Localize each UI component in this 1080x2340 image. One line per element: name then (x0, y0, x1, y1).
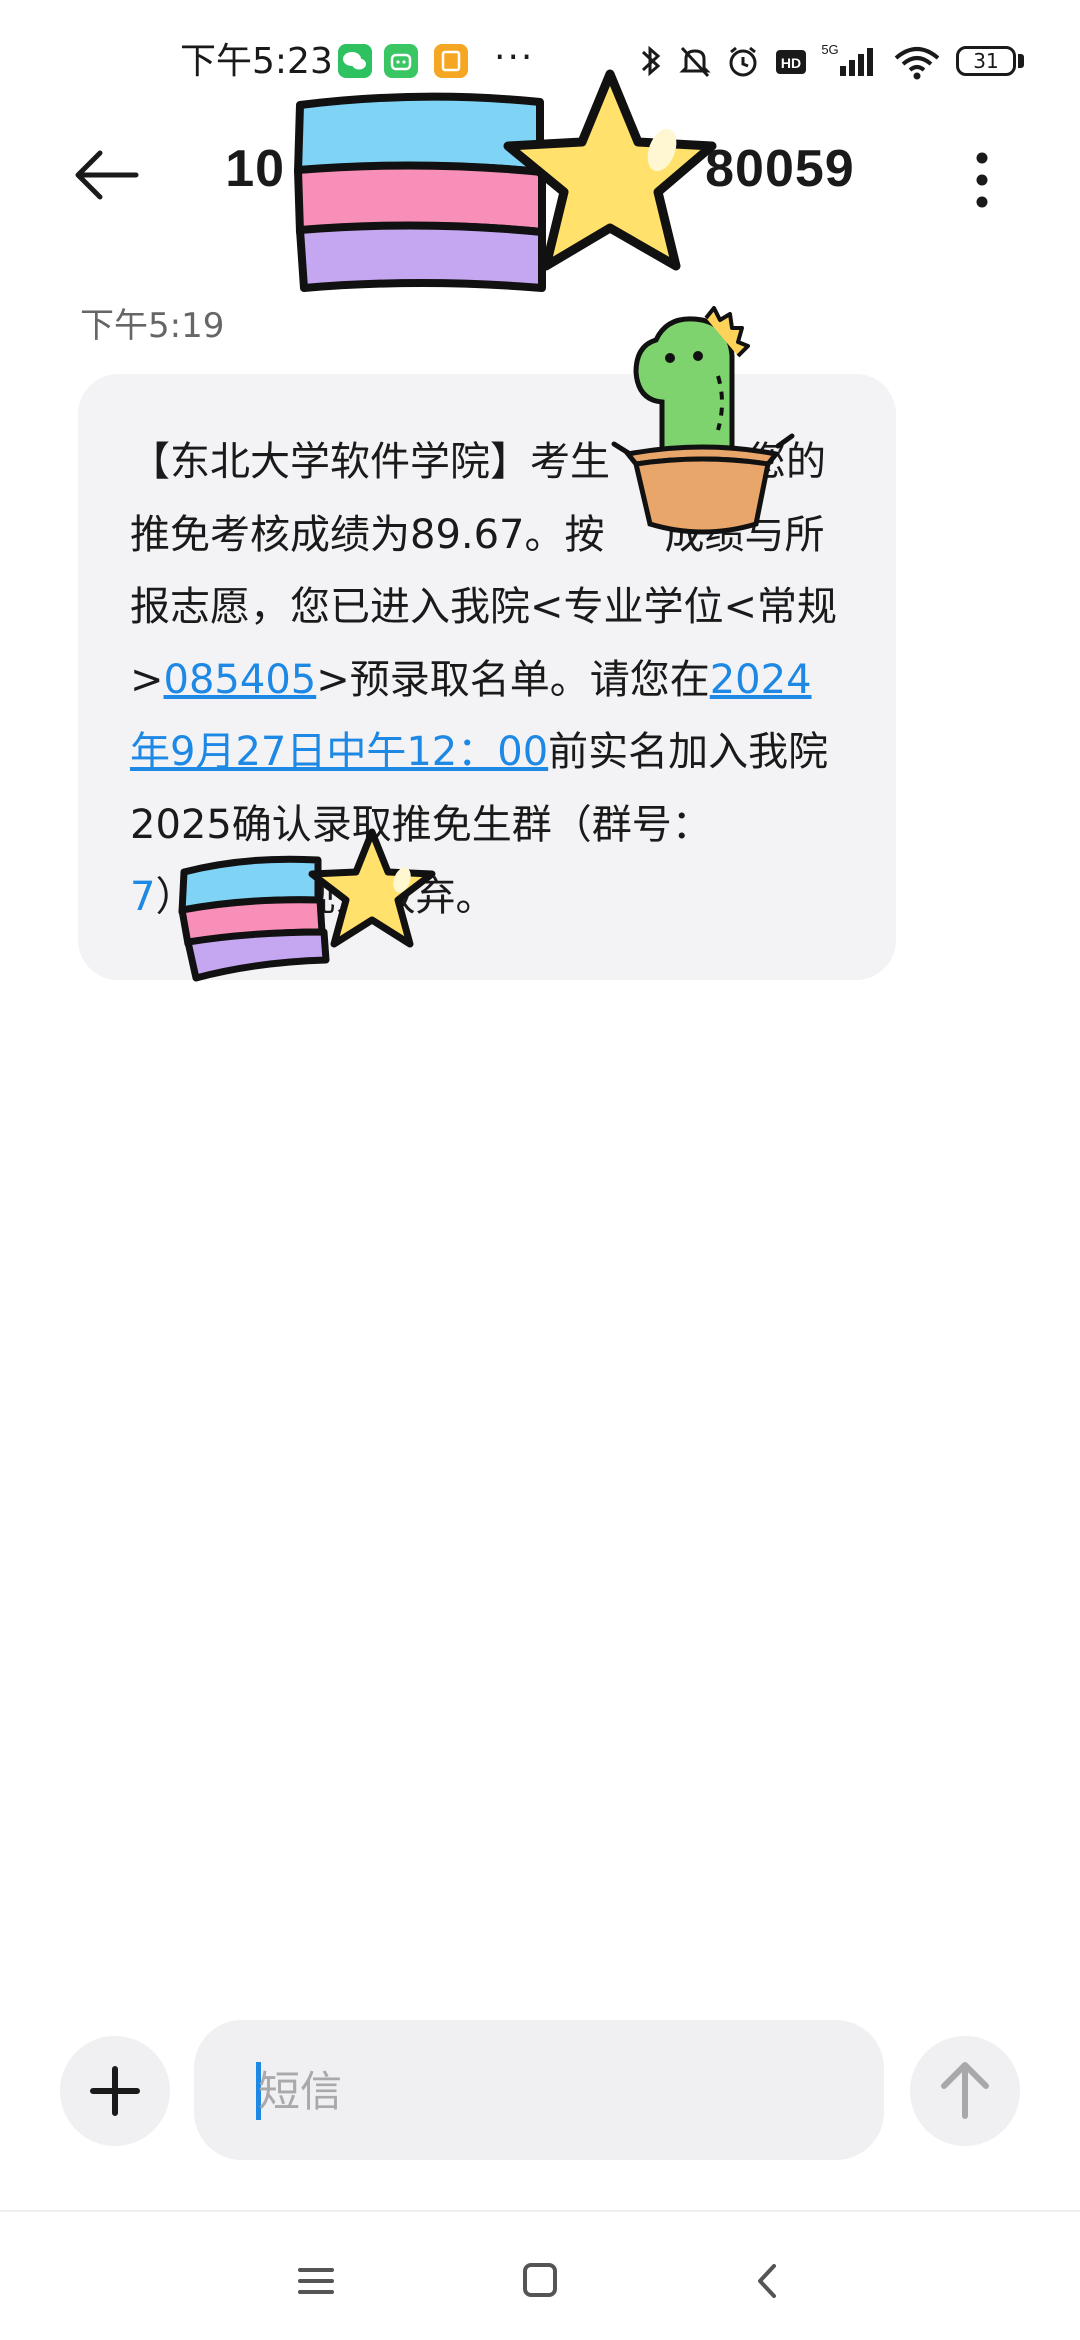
home-nav-button[interactable] (510, 2256, 570, 2306)
attach-button[interactable] (60, 2036, 170, 2146)
menu-nav-button[interactable] (286, 2256, 346, 2306)
program-code-link[interactable]: 085405 (164, 657, 317, 703)
sms-input-container[interactable] (194, 2020, 884, 2160)
message-text-1: 【东北大学软件学院】考生 (130, 439, 610, 485)
sms-conversation-screen: 下午5:23 ··· HD 5G 31 10 80059 下午5:19 【东北大… (0, 0, 1080, 2340)
back-button[interactable] (70, 140, 150, 210)
send-button[interactable] (910, 2036, 1020, 2146)
battery-cap (1018, 54, 1024, 68)
cellular-5g-icon: 5G (818, 40, 884, 84)
message-text-6: 7 (130, 874, 156, 920)
more-options-button[interactable] (960, 138, 1004, 218)
contact-number-prefix: 10 (225, 140, 286, 198)
svg-text:HD: HD (781, 55, 801, 71)
message-text-4: >预录取名单。请您在 (316, 656, 710, 703)
hd-icon: HD (774, 40, 808, 84)
battery-indicator: 31 (956, 46, 1016, 76)
message-timestamp: 下午5:19 (80, 306, 225, 346)
sms-input[interactable] (256, 2050, 860, 2132)
wifi-icon (892, 40, 942, 84)
back-nav-button[interactable] (738, 2256, 798, 2306)
svg-text:5G: 5G (821, 42, 838, 57)
shooting-star-sticker-small (176, 820, 446, 990)
system-navigation-bar (0, 2210, 1080, 2340)
shooting-star-sticker-large (280, 60, 740, 310)
dinosaur-cactus-sticker (608, 306, 798, 546)
